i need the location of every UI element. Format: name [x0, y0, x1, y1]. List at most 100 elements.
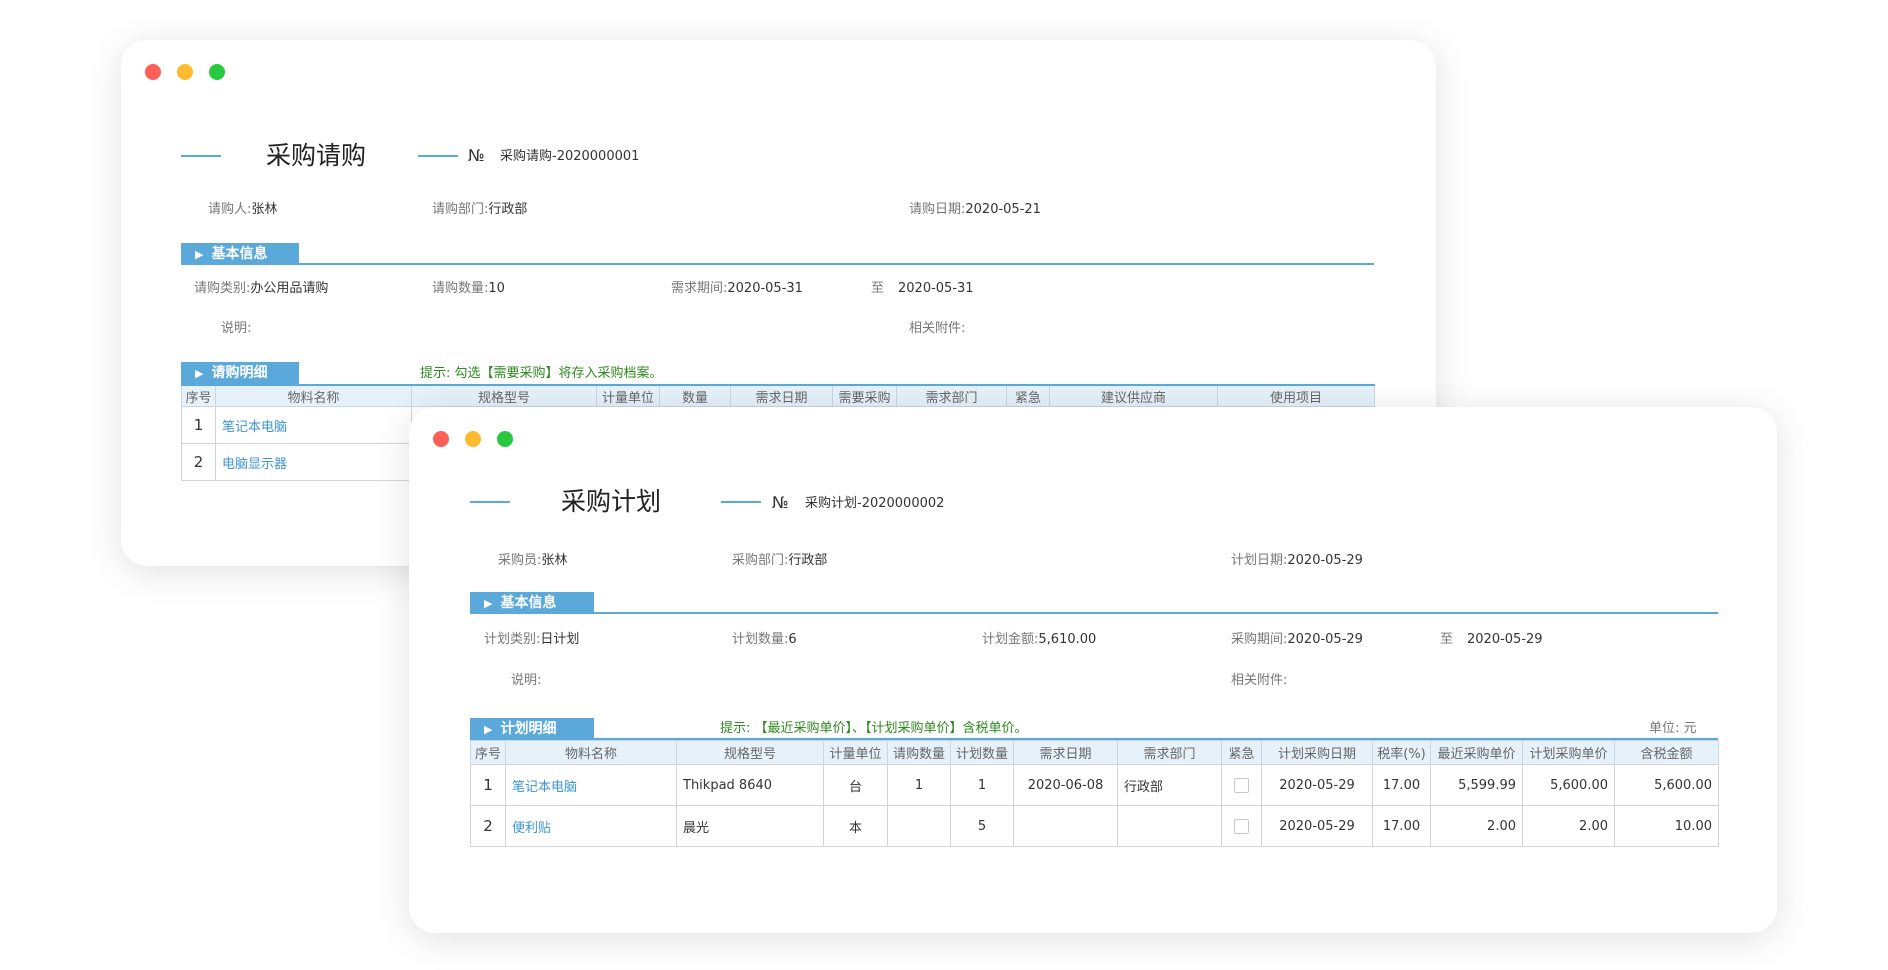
dept-field: 采购部门:行政部	[732, 551, 827, 571]
plan-date-cell: 2020-05-29	[1262, 806, 1373, 847]
expand-arrow-icon: ▶	[195, 367, 203, 380]
urgent-cell	[1222, 765, 1262, 806]
row-seq: 2	[471, 806, 506, 847]
col-seq: 序号	[182, 385, 216, 407]
item-name-link[interactable]: 电脑显示器	[216, 444, 412, 481]
tax-cell: 17.00	[1373, 765, 1431, 806]
unit-note: 单位: 元	[1649, 719, 1697, 739]
page-title: 采购请购	[266, 141, 366, 171]
expand-arrow-icon: ▶	[484, 597, 492, 610]
period-to-field: 至2020-05-29	[1440, 630, 1543, 650]
minimize-window-button[interactable]	[465, 431, 481, 447]
spec-cell: Thikpad 8640	[677, 765, 824, 806]
dept-field: 请购部门:行政部	[432, 200, 527, 220]
title-decoration	[181, 155, 221, 157]
item-name-link[interactable]: 笔记本电脑	[216, 407, 412, 444]
col-project: 使用项目	[1218, 385, 1375, 407]
col-seq: 序号	[471, 741, 506, 765]
urgent-cell	[1222, 806, 1262, 847]
col-unit: 计量单位	[597, 385, 660, 407]
maximize-window-button[interactable]	[497, 431, 513, 447]
req-qty-cell: 1	[888, 765, 951, 806]
expand-arrow-icon: ▶	[195, 248, 203, 261]
dept-cell	[1118, 806, 1222, 847]
number-sign: №	[772, 493, 789, 513]
expand-arrow-icon: ▶	[484, 723, 492, 736]
period-field: 需求期间:2020-05-31	[671, 279, 803, 299]
col-plan-qty: 计划数量	[951, 741, 1014, 765]
col-unit: 计量单位	[824, 741, 888, 765]
qty-field: 计划数量:6	[732, 630, 797, 650]
plan-price-cell: 5,600.00	[1523, 765, 1615, 806]
col-plan-date: 计划采购日期	[1262, 741, 1373, 765]
col-name: 物料名称	[506, 741, 677, 765]
type-field: 计划类别:日计划	[484, 630, 579, 650]
col-urgent: 紧急	[1222, 741, 1262, 765]
document-number: 采购计划-2020000002	[805, 494, 944, 514]
table-row[interactable]: 2 便利贴 晨光 本 5 2020-05-29 17.00 2.00 2.00 …	[471, 806, 1719, 847]
spec-cell: 晨光	[677, 806, 824, 847]
amount-cell: 5,600.00	[1615, 765, 1719, 806]
col-spec: 规格型号	[677, 741, 824, 765]
desc-field: 说明:	[221, 319, 251, 339]
table-row[interactable]: 1 笔记本电脑 Thikpad 8640 台 1 1 2020-06-08 行政…	[471, 765, 1719, 806]
maximize-window-button[interactable]	[209, 64, 225, 80]
basic-info-tab[interactable]: ▶基本信息	[181, 243, 299, 265]
col-urgent: 紧急	[1007, 385, 1050, 407]
desc-field: 说明:	[511, 671, 541, 691]
item-name-link[interactable]: 便利贴	[506, 806, 677, 847]
date-field: 计划日期:2020-05-29	[1231, 551, 1363, 571]
col-name: 物料名称	[216, 385, 412, 407]
plan-qty-cell: 5	[951, 806, 1014, 847]
col-spec: 规格型号	[412, 385, 597, 407]
row-seq: 2	[182, 444, 216, 481]
number-decoration	[418, 155, 458, 157]
attachment-field[interactable]: 相关附件:	[1231, 671, 1287, 691]
urgent-checkbox[interactable]	[1234, 819, 1249, 834]
section-divider	[181, 263, 1374, 265]
col-need-purchase: 需要采购	[833, 385, 897, 407]
close-window-button[interactable]	[145, 64, 161, 80]
document-number: 采购请购-2020000001	[500, 147, 639, 167]
plan-price-cell: 2.00	[1523, 806, 1615, 847]
need-date-cell: 2020-06-08	[1014, 765, 1118, 806]
urgent-checkbox[interactable]	[1234, 778, 1249, 793]
detail-tab[interactable]: ▶请购明细	[181, 362, 299, 384]
amount-cell: 10.00	[1615, 806, 1719, 847]
qty-field: 请购数量:10	[432, 279, 505, 299]
col-qty: 数量	[660, 385, 731, 407]
close-window-button[interactable]	[433, 431, 449, 447]
attachment-field[interactable]: 相关附件:	[909, 319, 965, 339]
hint-text: 提示: 【最近采购单价】、【计划采购单价】含税单价。	[720, 719, 1028, 739]
plan-qty-cell: 1	[951, 765, 1014, 806]
col-req-qty: 请购数量	[888, 741, 951, 765]
page-title: 采购计划	[561, 487, 661, 517]
unit-cell: 本	[824, 806, 888, 847]
req-qty-cell	[888, 806, 951, 847]
plan-detail-table: 序号 物料名称 规格型号 计量单位 请购数量 计划数量 需求日期 需求部门 紧急…	[470, 740, 1719, 847]
row-seq: 1	[471, 765, 506, 806]
dept-cell: 行政部	[1118, 765, 1222, 806]
requester-field: 请购人:张林	[208, 200, 277, 220]
col-need-date: 需求日期	[1014, 741, 1118, 765]
number-decoration	[721, 501, 761, 503]
col-plan-price: 计划采购单价	[1523, 741, 1615, 765]
unit-cell: 台	[824, 765, 888, 806]
type-field: 请购类别:办公用品请购	[194, 279, 328, 299]
section-divider	[470, 612, 1718, 614]
table-header: 序号 物料名称 规格型号 计量单位 数量 需求日期 需要采购 需求部门 紧急 建…	[182, 385, 1375, 407]
col-tax: 税率(%)	[1373, 741, 1431, 765]
date-field: 请购日期:2020-05-21	[909, 200, 1041, 220]
amount-field: 计划金额:5,610.00	[982, 630, 1096, 650]
col-need-date: 需求日期	[731, 385, 833, 407]
col-dept: 需求部门	[1118, 741, 1222, 765]
row-seq: 1	[182, 407, 216, 444]
number-sign: №	[468, 146, 485, 166]
basic-info-tab[interactable]: ▶基本信息	[470, 592, 594, 614]
item-name-link[interactable]: 笔记本电脑	[506, 765, 677, 806]
detail-tab[interactable]: ▶计划明细	[470, 718, 594, 740]
period-to-field: 至2020-05-31	[871, 279, 974, 299]
period-field: 采购期间:2020-05-29	[1231, 630, 1363, 650]
col-supplier: 建议供应商	[1050, 385, 1218, 407]
minimize-window-button[interactable]	[177, 64, 193, 80]
